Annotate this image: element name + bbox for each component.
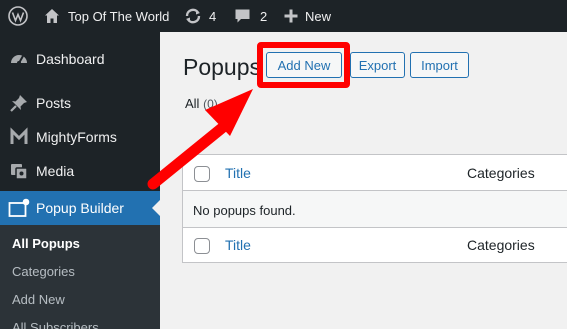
- admin-sidebar: Dashboard Posts MightyForms Media Popup …: [0, 32, 160, 329]
- submenu-item-categories[interactable]: Categories: [12, 264, 75, 279]
- import-button[interactable]: Import: [410, 52, 469, 78]
- title-column-header[interactable]: Title: [225, 165, 251, 181]
- sidebar-item-label: Popup Builder: [36, 200, 124, 216]
- updates-icon: [184, 8, 202, 24]
- no-items-message: No popups found.: [193, 203, 296, 218]
- sidebar-item-dashboard[interactable]: Dashboard: [0, 46, 160, 72]
- updates-link[interactable]: 4: [184, 0, 216, 32]
- updates-count: 4: [209, 8, 217, 24]
- comments-link[interactable]: 2: [234, 0, 267, 32]
- page-title: Popups: [183, 54, 262, 80]
- plus-icon: [284, 9, 298, 23]
- admin-bar: Top Of The World 4 2 New: [0, 0, 567, 32]
- popups-table: Title Categories No popups found. Title …: [182, 154, 567, 263]
- submenu-item-add-new[interactable]: Add New: [12, 292, 65, 307]
- site-home-link[interactable]: Top Of The World: [44, 0, 169, 32]
- sidebar-item-mightyforms[interactable]: MightyForms: [0, 124, 160, 150]
- pin-icon: [0, 93, 36, 113]
- new-label: New: [305, 8, 332, 24]
- media-icon: [0, 161, 36, 181]
- export-button[interactable]: Export: [350, 52, 405, 78]
- filter-label: All: [185, 96, 200, 111]
- categories-column-header: Categories: [467, 165, 535, 181]
- new-content-link[interactable]: New: [284, 0, 331, 32]
- add-new-button[interactable]: Add New: [266, 52, 342, 78]
- sidebar-item-label: MightyForms: [36, 129, 117, 145]
- sidebar-item-label: Dashboard: [36, 51, 105, 67]
- sidebar-item-media[interactable]: Media: [0, 158, 160, 184]
- submenu-item-all-subscribers[interactable]: All Subscribers: [12, 320, 99, 329]
- dashboard-icon: [0, 49, 36, 69]
- sidebar-item-posts[interactable]: Posts: [0, 90, 160, 116]
- sidebar-item-label: Media: [36, 163, 75, 179]
- table-row: No popups found.: [183, 191, 567, 227]
- filter-count: (0): [203, 97, 218, 111]
- sidebar-item-popup-builder[interactable]: Popup Builder: [0, 191, 160, 225]
- select-all-checkbox-footer[interactable]: [194, 238, 210, 254]
- main-content: Popups Add New Export Import All (0) Tit…: [160, 32, 567, 329]
- site-name: Top Of The World: [68, 8, 170, 24]
- popup-builder-submenu: All Popups Categories Add New All Subscr…: [0, 225, 160, 329]
- categories-column-footer: Categories: [467, 237, 535, 253]
- sidebar-item-label: Posts: [36, 95, 72, 111]
- submenu-item-all-popups[interactable]: All Popups: [12, 236, 80, 251]
- popup-builder-icon: [0, 198, 36, 218]
- comments-count: 2: [260, 8, 268, 24]
- title-column-footer[interactable]: Title: [225, 237, 251, 253]
- home-icon: [44, 8, 60, 24]
- comment-icon: [234, 8, 251, 24]
- table-footer-row: Title Categories: [183, 227, 567, 263]
- select-all-checkbox[interactable]: [194, 166, 210, 182]
- table-header-row: Title Categories: [183, 155, 567, 191]
- mightyforms-icon: [0, 127, 36, 147]
- wordpress-logo-icon[interactable]: [8, 0, 28, 32]
- filter-all-link[interactable]: All (0): [185, 96, 218, 111]
- current-menu-arrow: [152, 200, 160, 216]
